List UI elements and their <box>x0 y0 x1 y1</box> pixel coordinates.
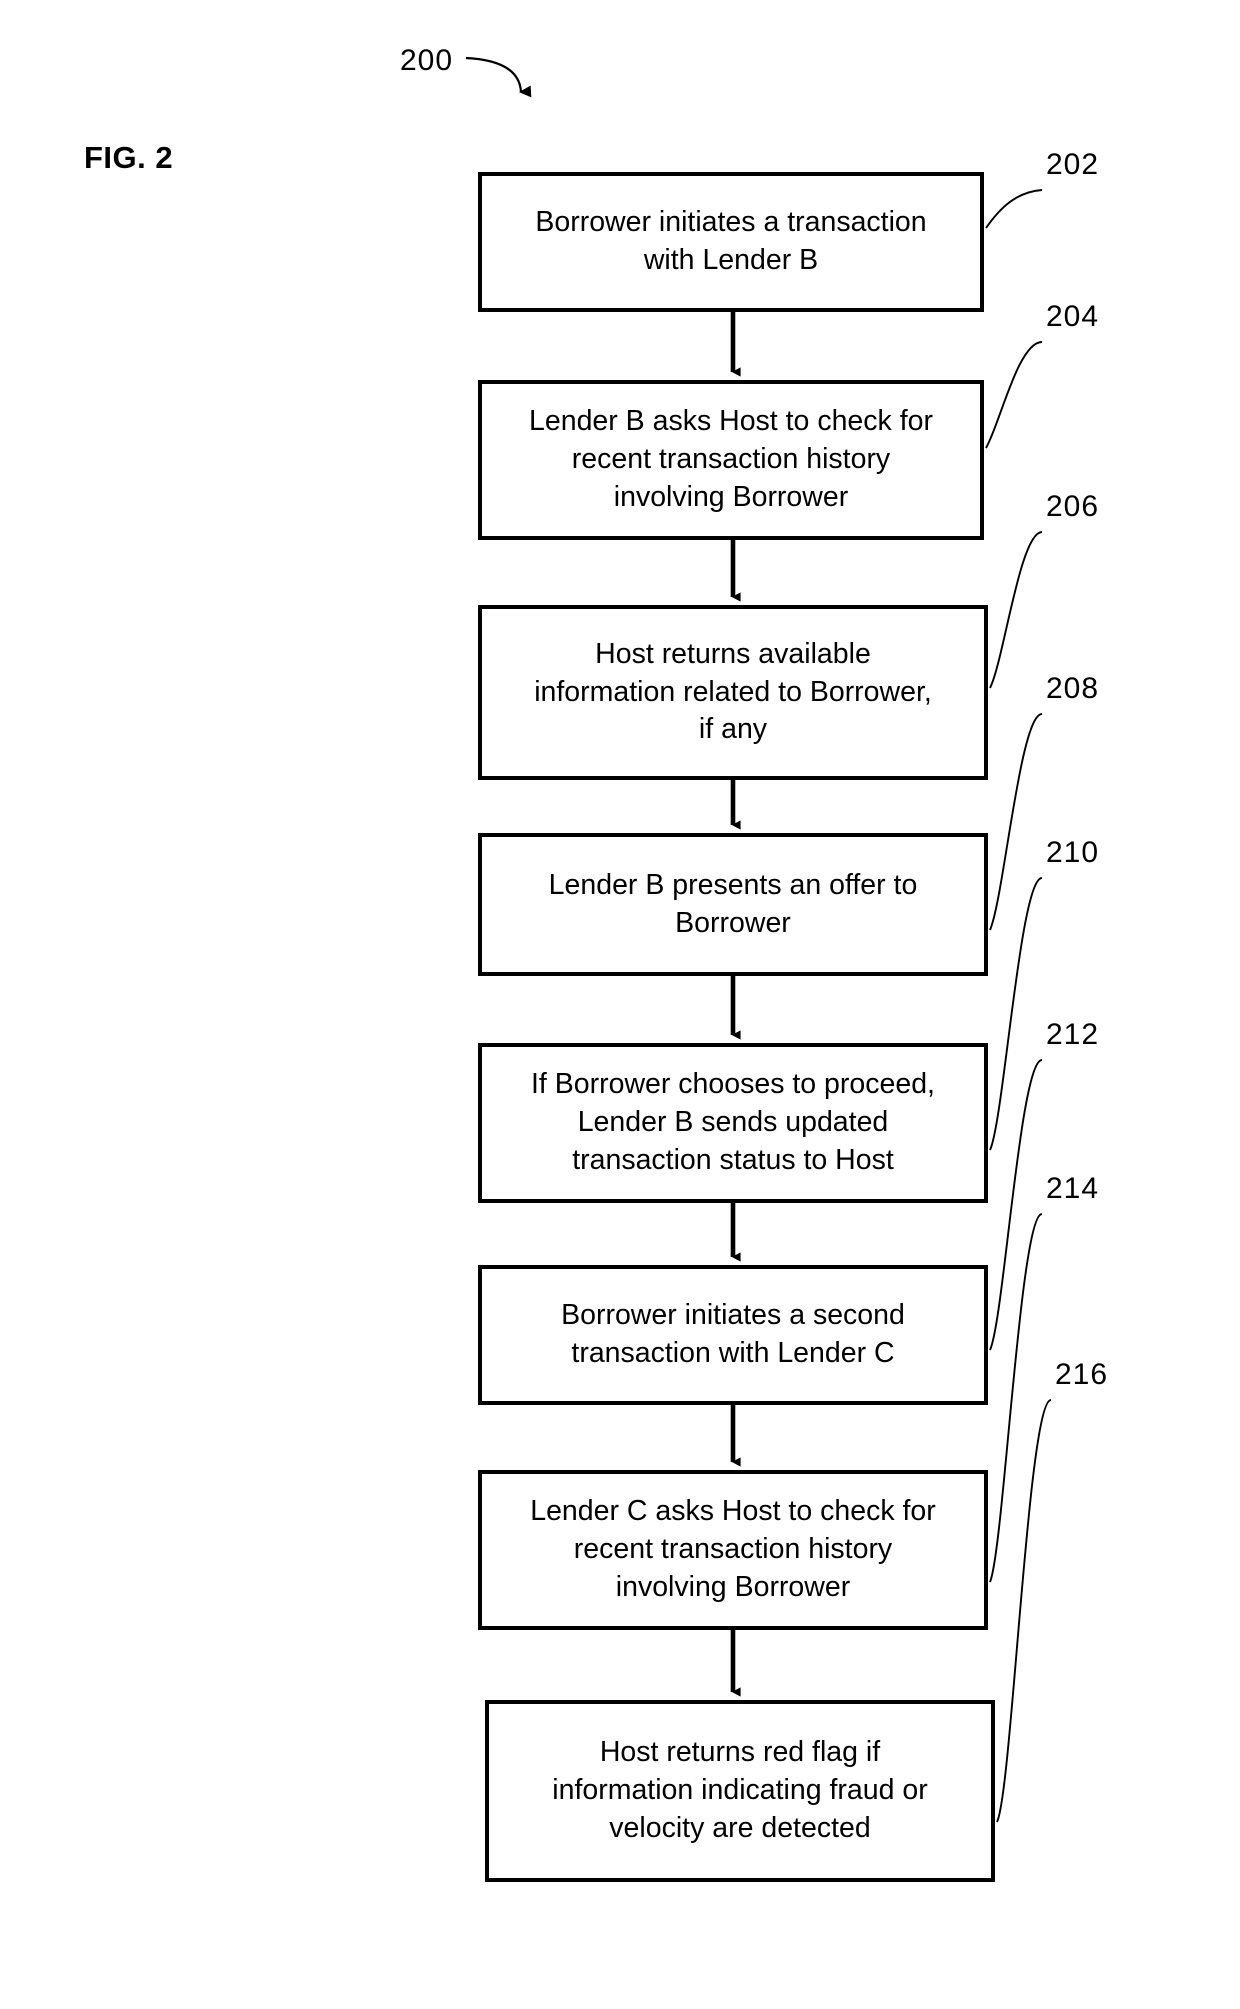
reference-leader-lines <box>985 189 1052 1823</box>
process-box-text: Lender B asks Host to check for recent t… <box>529 405 933 513</box>
process-box-202: Borrower initiates a transaction with Le… <box>478 172 984 312</box>
diagram-number-label: 200 <box>400 44 454 77</box>
process-box-212: Borrower initiates a second transaction … <box>478 1265 988 1405</box>
process-box-text: Borrower initiates a second transaction … <box>561 1299 905 1369</box>
process-box-204: Lender B asks Host to check for recent t… <box>478 380 984 540</box>
leader-202 <box>985 189 1043 229</box>
reference-numeral-210: 210 <box>1046 836 1100 869</box>
reference-numeral-206: 206 <box>1046 490 1100 523</box>
figure-caption: FIG. 2 <box>84 140 174 175</box>
reference-numeral-216: 216 <box>1055 1358 1109 1391</box>
reference-numeral-202: 202 <box>1046 148 1100 181</box>
leader-210 <box>989 877 1043 1151</box>
process-box-text: Host returns red flag if information ind… <box>552 1736 928 1844</box>
process-box-214: Lender C asks Host to check for recent t… <box>478 1470 988 1630</box>
leader-212 <box>989 1059 1043 1351</box>
process-box-text: Host returns available information relat… <box>534 637 932 746</box>
leader-208 <box>989 713 1043 931</box>
reference-numeral-214: 214 <box>1046 1172 1100 1205</box>
process-box-210: If Borrower chooses to proceed, Lender B… <box>478 1043 988 1203</box>
process-box-216: Host returns red flag if information ind… <box>485 1700 995 1882</box>
process-box-text: If Borrower chooses to proceed, Lender B… <box>531 1068 935 1176</box>
leader-216 <box>996 1399 1052 1823</box>
diagram-number-leader <box>465 56 532 98</box>
reference-numeral-208: 208 <box>1046 672 1100 705</box>
process-box-208: Lender B presents an offer to Borrower <box>478 833 988 976</box>
process-box-text: Lender B presents an offer to Borrower <box>548 868 918 939</box>
reference-numeral-212: 212 <box>1046 1018 1100 1051</box>
leader-206 <box>989 531 1043 689</box>
process-box-206: Host returns available information relat… <box>478 605 988 780</box>
process-box-text: Lender C asks Host to check for recent t… <box>530 1495 936 1603</box>
leader-204 <box>985 341 1043 449</box>
patent-figure: FIG. 2 200 Borrower initiates a transact… <box>0 0 1240 2009</box>
leader-214 <box>989 1213 1043 1583</box>
process-box-text: Borrower initiates a transaction with Le… <box>535 206 927 276</box>
reference-numeral-204: 204 <box>1046 300 1100 333</box>
